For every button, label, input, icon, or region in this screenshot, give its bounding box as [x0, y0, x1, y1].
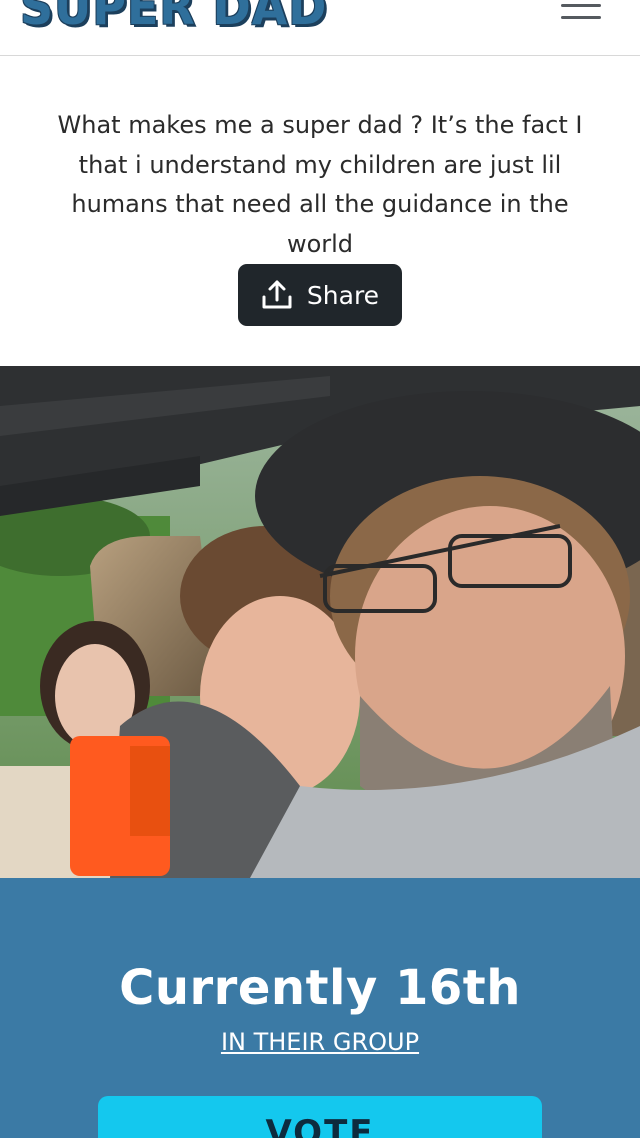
menu-bar-top: [561, 4, 601, 7]
menu-bar-bottom: [561, 16, 601, 19]
group-link-wrapper: IN THEIR GROUP: [0, 1028, 640, 1056]
ranking-title: Currently 16th: [119, 960, 521, 1016]
hamburger-menu-icon[interactable]: [556, 0, 606, 30]
entry-photo: [0, 366, 640, 878]
share-button[interactable]: Share: [238, 264, 402, 326]
page: SUPER DAD What makes me a super dad ? It…: [0, 0, 640, 1138]
group-link[interactable]: IN THEIR GROUP: [221, 1028, 419, 1056]
site-header: SUPER DAD: [0, 0, 640, 56]
super-dad-logo[interactable]: SUPER DAD: [20, 0, 327, 36]
share-upload-icon: [262, 280, 292, 309]
vote-button[interactable]: VOTE: [98, 1096, 542, 1138]
photo-illustration: [0, 366, 640, 878]
entry-description: What makes me a super dad ? It’s the fac…: [57, 111, 583, 258]
share-label: Share: [306, 280, 380, 310]
